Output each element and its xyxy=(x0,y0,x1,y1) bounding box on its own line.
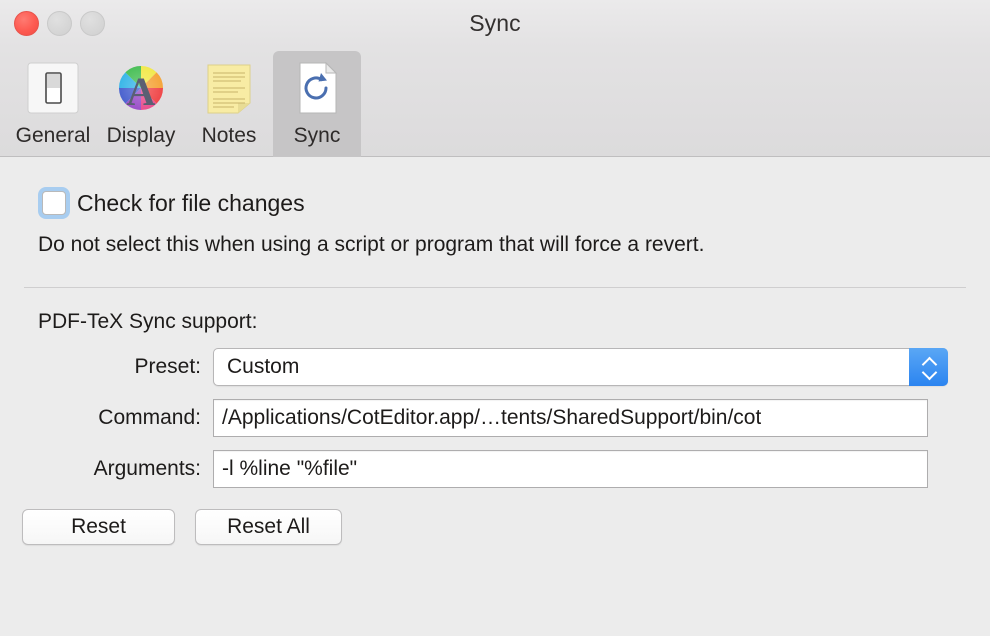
reset-button[interactable]: Reset xyxy=(22,509,175,545)
arguments-input[interactable]: -l %line "%file" xyxy=(213,450,928,488)
arguments-label: Arguments: xyxy=(93,457,201,480)
document-refresh-icon xyxy=(288,57,346,119)
sync-form: Preset: Custom Command: /Applications/Co… xyxy=(20,348,970,488)
preset-value: Custom xyxy=(227,355,300,378)
light-switch-icon xyxy=(24,57,82,119)
preferences-toolbar: General A Display Notes Sync xyxy=(0,47,990,157)
check-for-file-changes-row[interactable]: Check for file changes xyxy=(20,187,970,219)
checkbox-focus-ring xyxy=(38,187,70,219)
tab-notes-label: Notes xyxy=(201,124,257,147)
check-for-file-changes-checkbox[interactable] xyxy=(42,191,66,215)
command-input[interactable]: /Applications/CotEditor.app/…tents/Share… xyxy=(213,399,928,437)
tab-sync-label: Sync xyxy=(293,124,341,147)
check-for-file-changes-label: Check for file changes xyxy=(77,189,305,216)
sync-preferences-pane: Check for file changes Do not select thi… xyxy=(0,187,990,636)
pdf-tex-sync-section-title: PDF-TeX Sync support: xyxy=(38,310,258,333)
svg-text:A: A xyxy=(127,69,156,114)
tab-sync[interactable]: Sync xyxy=(273,51,361,157)
tab-notes[interactable]: Notes xyxy=(185,51,273,157)
window-title: Sync xyxy=(469,10,521,36)
preferences-window: Sync General A Display Notes Sync Check … xyxy=(0,0,990,636)
arguments-row: Arguments: -l %line "%file" xyxy=(20,450,970,488)
preset-select[interactable]: Custom xyxy=(213,348,948,386)
tab-display[interactable]: A Display xyxy=(97,51,185,157)
command-row: Command: /Applications/CotEditor.app/…te… xyxy=(20,399,970,437)
tab-general-label: General xyxy=(15,124,91,147)
color-wheel-icon: A xyxy=(112,57,170,119)
revert-hint-text: Do not select this when using a script o… xyxy=(38,233,705,256)
yellow-note-icon xyxy=(200,57,258,119)
command-value: /Applications/CotEditor.app/…tents/Share… xyxy=(222,406,762,429)
section-divider xyxy=(24,287,966,288)
button-row: Reset Reset All xyxy=(20,509,970,545)
preset-stepper[interactable] xyxy=(909,348,948,386)
preset-label: Preset: xyxy=(134,355,201,378)
arguments-value: -l %line "%file" xyxy=(222,457,358,480)
reset-all-button[interactable]: Reset All xyxy=(195,509,342,545)
chevron-down-icon xyxy=(922,369,936,377)
command-label: Command: xyxy=(98,406,201,429)
tab-display-label: Display xyxy=(106,124,176,147)
tab-general[interactable]: General xyxy=(9,51,97,157)
preset-row: Preset: Custom xyxy=(20,348,970,386)
title-bar: Sync xyxy=(0,0,990,47)
